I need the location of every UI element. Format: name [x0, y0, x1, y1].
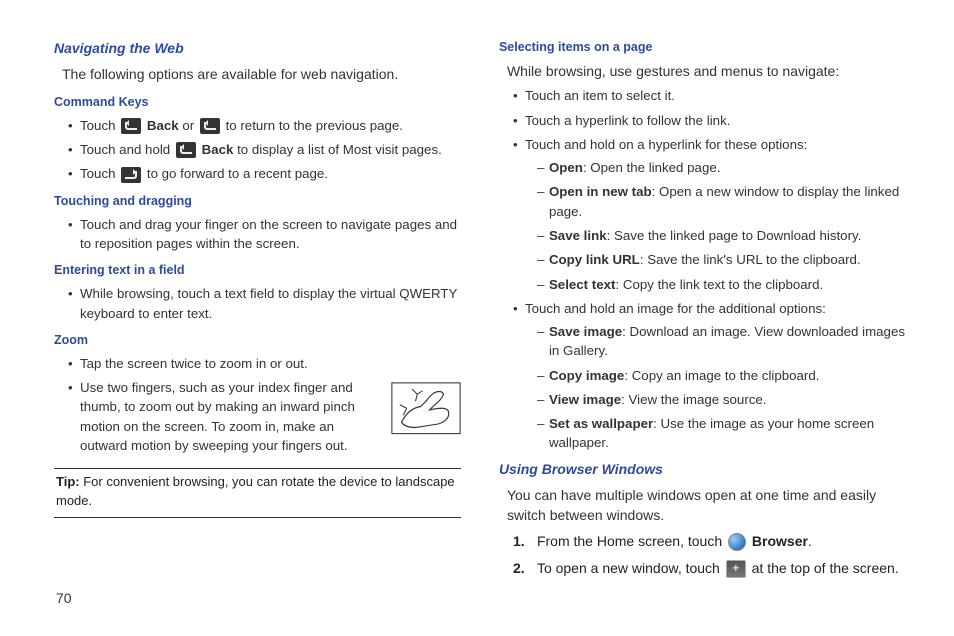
heading-entering-text: Entering text in a field: [54, 261, 461, 279]
link-opt-open: Open: Open the linked page.: [537, 158, 914, 177]
tip-box: Tip: For convenient browsing, you can ro…: [54, 469, 461, 518]
step-1: 1. From the Home screen, touch Browser.: [513, 531, 914, 551]
zoom-item-1: Tap the screen twice to zoom in or out.: [68, 354, 461, 373]
sel-intro: While browsing, use gestures and menus t…: [507, 61, 914, 81]
sel-item-3: Touch and hold on a hyperlink for these …: [513, 135, 914, 294]
link-opt-save-link: Save link: Save the linked page to Downl…: [537, 226, 914, 245]
back-arrow-icon: [121, 118, 141, 134]
heading-navigating-web: Navigating the Web: [54, 38, 461, 58]
page-number: 70: [56, 588, 72, 608]
zoom-item-2: Use two fingers, such as your index fing…: [68, 378, 461, 455]
cmd-item-2: Touch and hold Back to display a list of…: [68, 140, 461, 159]
cmd-item-1: Touch Back or to return to the previous …: [68, 116, 461, 135]
heading-touching-dragging: Touching and dragging: [54, 192, 461, 210]
forward-arrow-icon: [121, 167, 141, 183]
enter-item-1: While browsing, touch a text field to di…: [68, 284, 461, 323]
img-opt-wallpaper: Set as wallpaper: Use the image as your …: [537, 414, 914, 453]
sel-item-2: Touch a hyperlink to follow the link.: [513, 111, 914, 130]
heading-command-keys: Command Keys: [54, 93, 461, 111]
nav-intro: The following options are available for …: [62, 64, 461, 84]
link-opt-copy-url: Copy link URL: Save the link's URL to th…: [537, 250, 914, 269]
img-opt-save: Save image: Download an image. View down…: [537, 322, 914, 361]
tip-text: For convenient browsing, you can rotate …: [56, 474, 455, 508]
heading-zoom: Zoom: [54, 331, 461, 349]
new-window-icon: [726, 560, 746, 578]
link-opt-select-text: Select text: Copy the link text to the c…: [537, 275, 914, 294]
link-opt-open-new-tab: Open in new tab: Open a new window to di…: [537, 182, 914, 221]
back-key-icon: [200, 118, 220, 134]
tip-label: Tip:: [56, 474, 80, 489]
heading-browser-windows: Using Browser Windows: [499, 459, 914, 479]
sel-item-1: Touch an item to select it.: [513, 86, 914, 105]
cmd-item-3: Touch to go forward to a recent page.: [68, 164, 461, 183]
img-opt-copy: Copy image: Copy an image to the clipboa…: [537, 366, 914, 385]
step-2: 2. To open a new window, touch at the to…: [513, 558, 914, 578]
pinch-gesture-icon: [391, 382, 461, 435]
img-opt-view: View image: View the image source.: [537, 390, 914, 409]
back-arrow-icon: [176, 142, 196, 158]
touch-item-1: Touch and drag your finger on the screen…: [68, 215, 461, 254]
browser-globe-icon: [728, 533, 746, 551]
win-intro: You can have multiple windows open at on…: [507, 485, 914, 526]
heading-selecting-items: Selecting items on a page: [499, 38, 914, 56]
sel-item-4: Touch and hold an image for the addition…: [513, 299, 914, 453]
